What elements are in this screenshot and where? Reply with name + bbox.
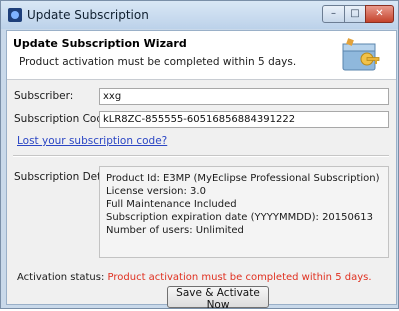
minimize-button[interactable]: – — [322, 5, 345, 23]
subscriber-label: Subscriber: — [14, 90, 74, 102]
detail-expiration-date: Subscription expiration date (YYYYMMDD):… — [106, 212, 373, 223]
detail-number-of-users: Number of users: Unlimited — [106, 225, 244, 236]
wizard-header: Update Subscription Wizard Product activ… — [7, 31, 396, 80]
window-title: Update Subscription — [27, 8, 149, 22]
title-bar[interactable]: Update Subscription – □ ✕ — [1, 1, 398, 29]
detail-maintenance: Full Maintenance Included — [106, 199, 237, 210]
activation-status-value: Product activation must be completed wit… — [107, 272, 372, 283]
subscription-code-input[interactable] — [99, 111, 389, 128]
update-subscription-window: Update Subscription – □ ✕ Update Subscri… — [0, 0, 399, 311]
subscriber-input[interactable] — [99, 88, 389, 105]
app-icon — [8, 8, 22, 22]
dialog-content: Update Subscription Wizard Product activ… — [6, 30, 397, 311]
subscription-form: Subscriber: Subscription Code: Lost your… — [7, 80, 396, 311]
detail-license-version: License version: 3.0 — [106, 186, 206, 197]
subscription-detail-box: Product Id: E3MP (MyEclipse Professional… — [99, 166, 389, 258]
maximize-button[interactable]: □ — [344, 5, 366, 23]
close-button[interactable]: ✕ — [365, 5, 394, 23]
license-key-box-icon — [342, 38, 380, 71]
lost-subscription-code-link[interactable]: Lost your subscription code? — [17, 135, 167, 147]
activation-status: Activation status: Product activation mu… — [17, 272, 372, 283]
wizard-title: Update Subscription Wizard — [13, 37, 187, 50]
detail-product-id: Product Id: E3MP (MyEclipse Professional… — [106, 173, 380, 184]
separator — [13, 155, 389, 157]
wizard-message: Product activation must be completed wit… — [19, 56, 297, 68]
activation-status-label: Activation status: — [17, 272, 105, 283]
save-activate-button[interactable]: Save & Activate Now — [167, 286, 269, 311]
